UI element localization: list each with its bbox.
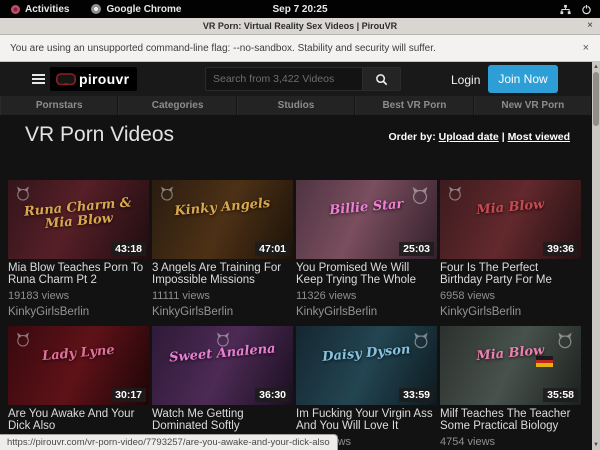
thumbnail-model-name: Lady Lyne — [22, 342, 136, 365]
order-separator: | — [502, 131, 505, 143]
search-icon — [375, 73, 388, 86]
video-title[interactable]: Im Fucking Your Virgin Ass And You Will … — [296, 408, 437, 432]
video-views: 11326 views — [296, 290, 437, 302]
duration-badge: 30:17 — [111, 388, 146, 402]
studio-mask-icon — [158, 185, 176, 203]
video-card: Billie Star 25:03 You Promised We Will K… — [296, 180, 437, 318]
thumbnail-model-name: Mia Blow — [454, 196, 568, 219]
main-nav: Pornstars Categories Studios Best VR Por… — [0, 96, 592, 115]
nav-item-best-vr[interactable]: Best VR Porn — [355, 96, 473, 115]
nav-item-categories[interactable]: Categories — [118, 96, 236, 115]
video-card: Sweet Analena 36:30 Watch Me Getting Dom… — [152, 326, 293, 450]
clock[interactable]: Sep 7 20:25 — [0, 4, 600, 15]
network-icon[interactable] — [560, 4, 571, 15]
browser-title-bar: VR Porn: Virtual Reality Sex Videos | Pi… — [0, 18, 600, 35]
studio-mask-icon — [214, 331, 232, 349]
studio-mask-icon — [411, 331, 431, 351]
search-input[interactable] — [205, 67, 363, 91]
video-thumbnail[interactable]: Billie Star 25:03 — [296, 180, 437, 259]
video-title[interactable]: You Promised We Will Keep Trying The Who… — [296, 262, 437, 286]
order-by-label: Order by: — [388, 131, 435, 143]
duration-badge: 33:59 — [399, 388, 434, 402]
menu-hamburger-icon[interactable] — [32, 74, 45, 86]
video-title[interactable]: Are You Awake And Your Dick Also — [8, 408, 149, 432]
site-logo[interactable]: pirouvr — [50, 67, 137, 91]
scroll-down-icon[interactable]: ▼ — [592, 441, 600, 449]
studio-mask-icon — [555, 331, 575, 351]
video-title[interactable]: Watch Me Getting Dominated Softly — [152, 408, 293, 432]
order-by: Order by: Upload date | Most viewed — [388, 131, 570, 143]
tab-title: VR Porn: Virtual Reality Sex Videos | Pi… — [203, 21, 397, 31]
thumbnail-model-name: Runa Charm & Mia Blow — [21, 196, 136, 233]
screen: Activities Google Chrome Sep 7 20:25 VR … — [0, 0, 600, 450]
video-card: Kinky Angels 47:01 3 Angels Are Training… — [152, 180, 293, 318]
video-thumbnail[interactable]: Mia Blow 39:36 — [440, 180, 581, 259]
video-card: Runa Charm & Mia Blow 43:18 Mia Blow Tea… — [8, 180, 149, 318]
video-title[interactable]: Milf Teaches The Teacher Some Practical … — [440, 408, 581, 432]
video-studio-link[interactable]: KinkyGirlsBerlin — [296, 306, 437, 318]
video-studio-link[interactable]: KinkyGirlsBerlin — [152, 306, 293, 318]
video-views: 11111 views — [152, 290, 293, 302]
german-flag — [536, 356, 553, 367]
video-thumbnail[interactable]: Mia Blow 35:58 — [440, 326, 581, 405]
studio-mask-icon — [14, 185, 32, 203]
studio-mask-icon — [446, 185, 464, 203]
power-icon[interactable] — [581, 4, 592, 15]
nav-item-pornstars[interactable]: Pornstars — [0, 96, 118, 115]
video-studio-link[interactable]: KinkyGirlsBerlin — [440, 306, 581, 318]
duration-badge: 39:36 — [543, 242, 578, 256]
video-card: Lady Lyne 30:17 Are You Awake And Your D… — [8, 326, 149, 450]
order-most-viewed-link[interactable]: Most viewed — [508, 131, 570, 143]
video-title[interactable]: Four Is The Perfect Birthday Party For M… — [440, 262, 581, 286]
vr-goggles-icon — [56, 73, 76, 86]
duration-badge: 43:18 — [111, 242, 146, 256]
warning-close-icon[interactable]: × — [583, 42, 589, 54]
video-views: 6958 views — [440, 290, 581, 302]
status-url-bar: https://pirouvr.com/vr-porn-video/779325… — [0, 434, 338, 450]
video-thumbnail[interactable]: Kinky Angels 47:01 — [152, 180, 293, 259]
video-title[interactable]: 3 Angels Are Training For Impossible Mis… — [152, 262, 293, 286]
video-card: Daisy Dyson 33:59 Im Fucking Your Virgin… — [296, 326, 437, 450]
studio-mask-icon — [14, 331, 32, 349]
video-title[interactable]: Mia Blow Teaches Porn To Runa Charm Pt 2 — [8, 262, 149, 286]
video-card: Mia Blow 35:58 Milf Teaches The Teacher … — [440, 326, 581, 450]
site-header: pirouvr Login Join Now — [0, 62, 592, 96]
duration-badge: 36:30 — [255, 388, 290, 402]
tab-close-icon[interactable]: × — [587, 20, 593, 31]
video-studio-link[interactable]: KinkyGirlsBerlin — [8, 306, 149, 318]
studio-mask-icon — [409, 185, 431, 207]
login-link[interactable]: Login — [451, 73, 480, 87]
search-button[interactable] — [363, 67, 401, 91]
scrollbar-thumb[interactable] — [593, 72, 599, 126]
scroll-up-icon[interactable]: ▲ — [592, 63, 600, 71]
system-top-bar: Activities Google Chrome Sep 7 20:25 — [0, 0, 600, 18]
nav-item-new-vr[interactable]: New VR Porn — [474, 96, 592, 115]
logo-text: pirouvr — [79, 71, 129, 87]
video-grid: Runa Charm & Mia Blow 43:18 Mia Blow Tea… — [8, 180, 581, 450]
video-card: Mia Blow 39:36 Four Is The Perfect Birth… — [440, 180, 581, 318]
page-head: VR Porn Videos Order by: Upload date | M… — [0, 115, 592, 175]
order-upload-date-link[interactable]: Upload date — [439, 131, 499, 143]
page-viewport: pirouvr Login Join Now Pornstars Categor… — [0, 62, 600, 450]
warning-text: You are using an unsupported command-lin… — [10, 43, 436, 54]
chrome-warning-bar: You are using an unsupported command-lin… — [0, 35, 600, 62]
video-thumbnail[interactable]: Lady Lyne 30:17 — [8, 326, 149, 405]
video-views: 4754 views — [440, 436, 581, 448]
video-thumbnail[interactable]: Runa Charm & Mia Blow 43:18 — [8, 180, 149, 259]
thumbnail-model-name: Billie Star — [310, 196, 424, 219]
duration-badge: 25:03 — [399, 242, 434, 256]
thumbnail-model-name: Kinky Angels — [166, 196, 280, 219]
video-thumbnail[interactable]: Sweet Analena 36:30 — [152, 326, 293, 405]
duration-badge: 35:58 — [543, 388, 578, 402]
nav-item-studios[interactable]: Studios — [237, 96, 355, 115]
video-thumbnail[interactable]: Daisy Dyson 33:59 — [296, 326, 437, 405]
video-views: 19183 views — [8, 290, 149, 302]
page-title: VR Porn Videos — [25, 123, 174, 147]
duration-badge: 47:01 — [255, 242, 290, 256]
page-scrollbar[interactable]: ▲ ▼ — [592, 62, 600, 450]
thumbnail-model-name: Daisy Dyson — [310, 342, 424, 365]
join-now-button[interactable]: Join Now — [488, 65, 558, 93]
